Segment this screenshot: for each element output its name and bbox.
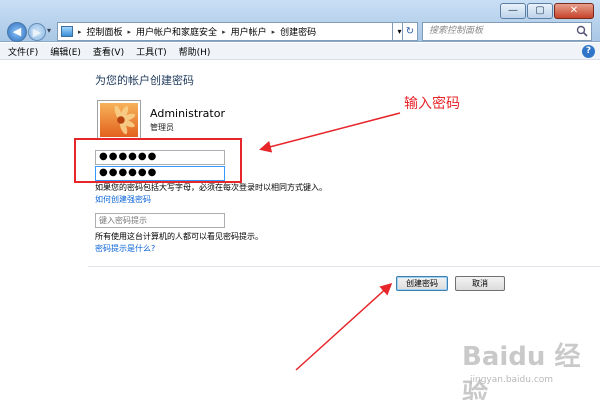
breadcrumb-user-accounts-family[interactable]: 用户帐户和家庭安全 [136, 25, 217, 38]
menu-view[interactable]: 查看(V) [93, 45, 124, 58]
baidu-watermark-logo: Baidu 经验 [462, 342, 581, 400]
case-sensitivity-note: 如果您的密码包括大写字母，必须在每次登录时以相同方式键入。 [95, 183, 327, 192]
password-hint-field[interactable]: 键入密码提示 [95, 213, 225, 228]
baidu-watermark-url: jingyan.baidu.com [470, 375, 554, 385]
annotation-label: 输入密码 [404, 96, 460, 112]
window-controls: — ▢ ✕ [500, 3, 594, 19]
create-password-button[interactable]: 创建密码 [396, 276, 448, 291]
close-button[interactable]: ✕ [554, 3, 594, 19]
breadcrumb-separator-icon: ▸ [222, 27, 226, 36]
menu-help[interactable]: 帮助(H) [179, 45, 211, 58]
new-password-field[interactable]: ●●●●●● [95, 150, 225, 165]
refresh-icon[interactable]: ↻ [402, 22, 418, 41]
menu-edit[interactable]: 编辑(E) [50, 45, 81, 58]
search-placeholder: 搜索控制面板 [429, 26, 484, 36]
breadcrumb-separator-icon: ▸ [271, 27, 276, 36]
avatar [97, 100, 141, 140]
menu-bar: 文件(F) 编辑(E) 查看(V) 工具(T) 帮助(H) [0, 43, 600, 60]
history-dropdown-icon[interactable]: ▾ [47, 26, 51, 35]
divider [88, 266, 600, 267]
menu-tools[interactable]: 工具(T) [136, 45, 167, 58]
arrow-to-password-fields [259, 112, 401, 153]
strong-password-link[interactable]: 如何创建强密码 [95, 194, 151, 205]
breadcrumb-separator-icon: ▸ [127, 27, 132, 36]
back-button[interactable]: ◀ [7, 22, 27, 42]
breadcrumb-control-panel[interactable]: 控制面板 [87, 25, 123, 38]
control-panel-icon [61, 26, 73, 37]
search-icon[interactable] [576, 25, 588, 37]
address-bar[interactable]: ▸ 控制面板 ▸ 用户帐户和家庭安全 ▸ 用户帐户 ▸ 创建密码 [57, 22, 393, 41]
search-input[interactable]: 搜索控制面板 [422, 22, 592, 41]
arrow-to-create-button [295, 282, 393, 371]
maximize-button[interactable]: ▢ [527, 3, 553, 19]
confirm-password-field[interactable]: ●●●●●● [95, 166, 225, 181]
breadcrumb-separator-icon: ▸ [78, 27, 82, 36]
flower-avatar-icon [100, 103, 138, 137]
help-icon[interactable]: ? [582, 45, 595, 58]
forward-button[interactable]: ▶ [28, 23, 46, 41]
hint-visibility-note: 所有使用这台计算机的人都可以看见密码提示。 [95, 232, 263, 241]
breadcrumb-user-accounts[interactable]: 用户帐户 [231, 25, 267, 38]
minimize-button[interactable]: — [500, 3, 526, 19]
user-role: 管理员 [150, 123, 174, 132]
page-title: 为您的帐户创建密码 [95, 74, 194, 87]
cancel-button[interactable]: 取消 [455, 276, 505, 291]
breadcrumb-create-password[interactable]: 创建密码 [280, 25, 316, 38]
username: Administrator [150, 107, 225, 120]
menu-file[interactable]: 文件(F) [8, 45, 38, 58]
title-bar: — ▢ ✕ ◀ ▶ ▾ ▸ 控制面板 ▸ 用户帐户和家庭安全 ▸ 用户帐户 ▸ … [0, 0, 600, 42]
what-is-hint-link[interactable]: 密码提示是什么? [95, 243, 155, 254]
